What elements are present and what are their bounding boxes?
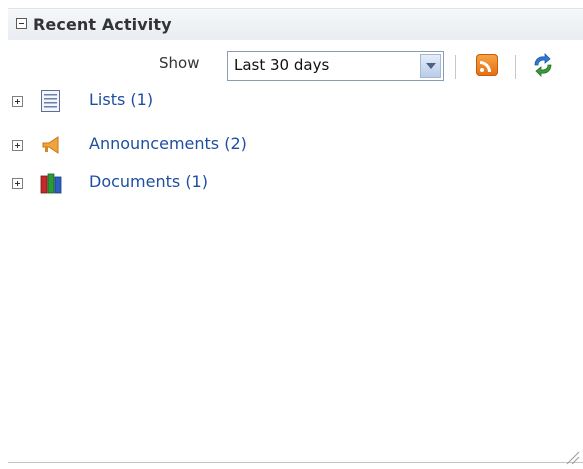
expand-icon[interactable]	[12, 178, 23, 189]
webpart-title: Recent Activity	[33, 15, 172, 34]
chevron-down-icon[interactable]	[420, 54, 441, 78]
tree-item-documents[interactable]: Documents (1)	[0, 171, 583, 199]
tree-item-lists[interactable]: Lists (1)	[0, 89, 583, 117]
toolbar-divider	[455, 55, 456, 79]
tree-item-label[interactable]: Documents (1)	[89, 172, 208, 191]
tree-item-label[interactable]: Lists (1)	[89, 90, 153, 109]
time-range-value: Last 30 days	[234, 56, 330, 74]
webpart-header: Recent Activity	[8, 8, 583, 40]
refresh-icon[interactable]	[531, 52, 555, 78]
expand-icon[interactable]	[12, 140, 23, 151]
collapse-webpart-icon[interactable]	[16, 18, 27, 29]
webpart-bottom-border	[8, 462, 583, 463]
expand-icon[interactable]	[12, 96, 23, 107]
rss-feed-icon[interactable]	[476, 54, 498, 76]
time-range-select[interactable]: Last 30 days	[227, 51, 444, 81]
tree-item-announcements[interactable]: Announcements (2)	[0, 133, 583, 161]
activity-toolbar: Show Last 30 days	[8, 51, 583, 87]
toolbar-divider	[515, 55, 516, 79]
books-icon	[40, 173, 62, 194]
list-icon	[41, 90, 60, 112]
resize-grip-icon[interactable]	[562, 447, 580, 465]
show-label: Show	[159, 54, 200, 72]
tree-item-label[interactable]: Announcements (2)	[89, 134, 247, 153]
megaphone-icon	[42, 136, 59, 154]
